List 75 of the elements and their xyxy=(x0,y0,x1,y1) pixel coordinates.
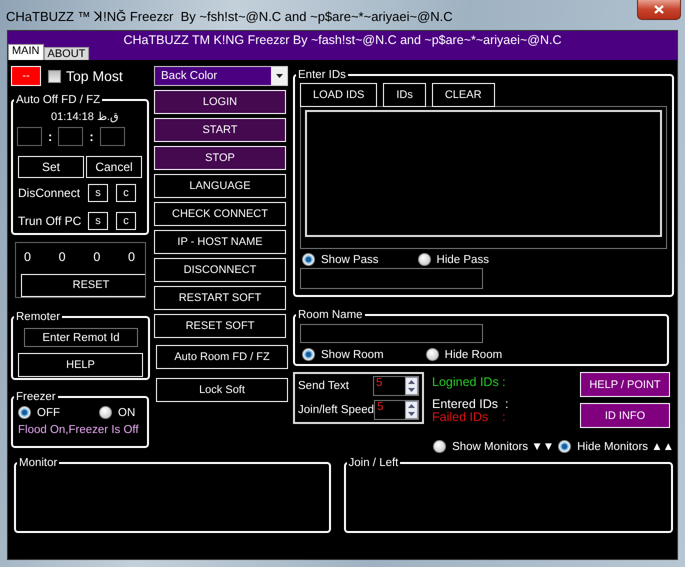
c-button[interactable]: c xyxy=(116,184,136,202)
info-button[interactable]: ID INFO xyxy=(580,403,670,428)
set-button[interactable]: Set xyxy=(18,156,84,178)
action-button[interactable]: IP - HOST NAME xyxy=(154,230,286,254)
action-button[interactable]: CHECK CONNECT xyxy=(154,202,286,226)
radio-button[interactable]: Show Room xyxy=(302,348,384,361)
speed-label: Send Text xyxy=(298,380,349,392)
row-label: DisConnect xyxy=(18,186,82,200)
cancel-button[interactable]: Cancel xyxy=(86,156,142,178)
radio-button[interactable]: ON xyxy=(99,406,136,419)
action-button[interactable]: STOP xyxy=(154,146,286,170)
action-button[interactable]: RESET SOFT xyxy=(154,314,286,338)
row-label: Trun Off PC xyxy=(18,214,82,228)
counter-value: 0 xyxy=(128,250,135,266)
app-title: CHaTBUZZ TM K!NG Freezɛr By ~fash!st~@N.C and ~p$are~*~ariyaei~@N.C xyxy=(122,32,562,47)
stat-label: Failed IDs : xyxy=(432,410,507,424)
reset-button[interactable]: RESET xyxy=(21,274,145,297)
counter-value: 0 xyxy=(93,250,100,266)
s-button[interactable]: s xyxy=(88,212,108,230)
radio-button[interactable]: Show Monitors ▼▼ xyxy=(433,440,554,453)
time-field[interactable] xyxy=(58,127,84,146)
action-button[interactable]: RESTART SOFT xyxy=(154,286,286,310)
help-button[interactable]: HELP xyxy=(18,353,143,377)
info-button[interactable]: HELP / POINT xyxy=(580,372,670,397)
group-title: Monitor xyxy=(18,457,58,469)
action-button[interactable]: Lock Soft xyxy=(156,378,288,402)
clock-text: 01:14:18 ق.ظ xyxy=(50,110,120,123)
action-button[interactable]: Auto Room FD / FZ xyxy=(156,345,288,369)
dropdown-value: Back Color xyxy=(160,70,218,82)
group-title: Room Name xyxy=(297,309,364,321)
radio-button[interactable]: Hide Pass xyxy=(418,253,489,266)
speed-label: Join/left Speed xyxy=(298,404,374,416)
radio-button[interactable]: OFF xyxy=(18,406,60,419)
action-button[interactable]: LOGIN xyxy=(154,90,286,114)
group-title: Join / Left xyxy=(348,457,400,469)
c-button[interactable]: c xyxy=(116,212,136,230)
counter-value: 0 xyxy=(58,250,66,266)
back-color-dropdown[interactable]: Back Color xyxy=(154,66,288,86)
radio-button[interactable]: Hide Room xyxy=(426,348,502,361)
time-field[interactable] xyxy=(100,127,125,146)
room-name-field[interactable] xyxy=(300,324,483,343)
number-field[interactable]: 5 xyxy=(374,400,419,420)
group-title: Freezer xyxy=(15,391,57,403)
tab[interactable]: ABOUT xyxy=(44,47,90,60)
number-field[interactable]: 5 xyxy=(373,376,419,396)
action-button[interactable]: DISCONNECT xyxy=(154,258,286,282)
time-field[interactable] xyxy=(17,127,42,146)
stat-label: Entered IDs : xyxy=(432,397,510,411)
close-button[interactable] xyxy=(637,0,681,20)
caret-icon xyxy=(276,74,282,78)
action-button[interactable]: LANGUAGE xyxy=(154,174,286,198)
s-button[interactable]: s xyxy=(88,184,108,202)
window-title: CHaTBUZZ ™ ꓘ!NĞ Freezɛr By ~fsh!st~@N.C and ~p$are~*~ariyaei~@N.C xyxy=(5,8,453,24)
counter-value: 0 xyxy=(24,250,31,266)
remote-id-field[interactable]: Enter Remot Id xyxy=(24,328,138,347)
close-icon xyxy=(654,5,664,14)
ids-button[interactable]: IDs xyxy=(383,83,426,107)
ids-button[interactable]: LOAD IDS xyxy=(300,83,378,107)
ids-button[interactable]: CLEAR xyxy=(432,83,495,107)
time-separator: : xyxy=(88,129,95,144)
group-title: Auto Off FD / FZ xyxy=(15,94,102,106)
password-field[interactable] xyxy=(300,268,483,289)
freezer-status: Flood On,Freezer Is Off xyxy=(18,424,140,436)
radio-button[interactable]: Hide Monitors ▲▲ xyxy=(558,440,674,453)
tab[interactable]: MAIN xyxy=(8,44,44,60)
group-title: Enter IDs xyxy=(297,69,347,81)
time-separator: : xyxy=(47,129,54,144)
group-title: Remoter xyxy=(15,311,62,323)
checkbox[interactable]: Top Most xyxy=(48,68,123,84)
radio-button[interactable]: Show Pass xyxy=(302,253,379,266)
action-button[interactable]: START xyxy=(154,118,286,142)
spinner-arrows-icon xyxy=(405,377,418,395)
spinner-arrows-icon xyxy=(405,401,418,419)
stat-label: Logined IDs : xyxy=(432,375,507,389)
color-button[interactable]: -- xyxy=(11,66,41,86)
